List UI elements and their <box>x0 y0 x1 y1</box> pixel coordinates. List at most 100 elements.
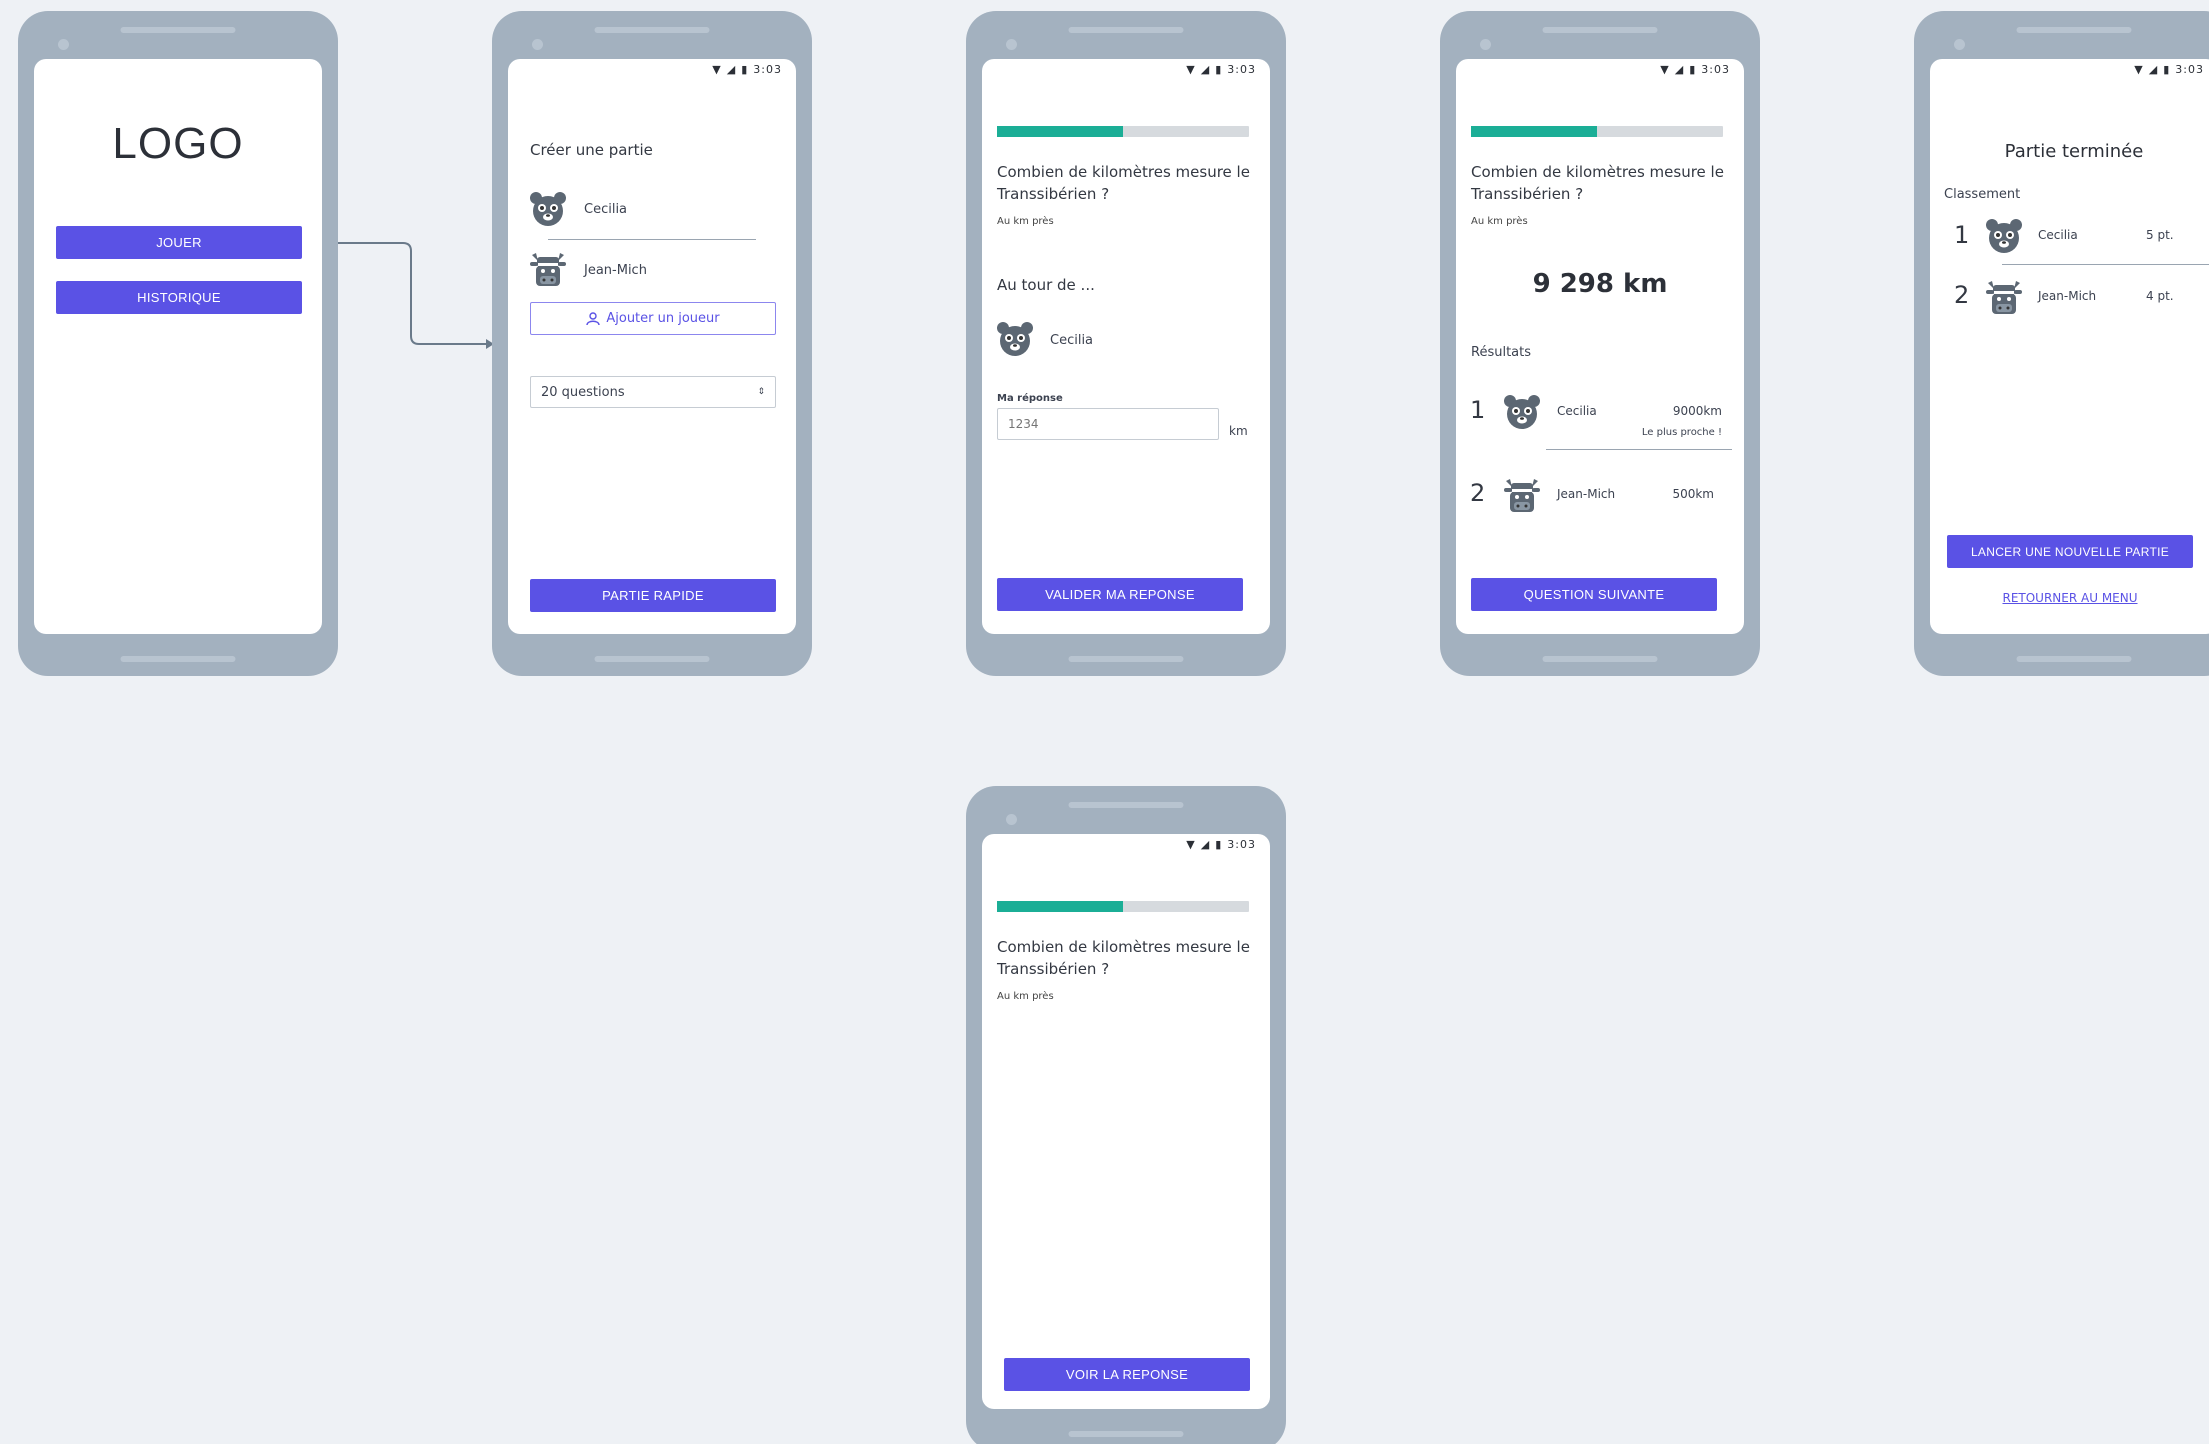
ranking-points: 4 pt. <box>2146 289 2174 303</box>
battery-icon: ▮ <box>741 63 749 76</box>
progress-fill <box>1471 126 1597 137</box>
page-title: Créer une partie <box>530 141 653 159</box>
status-bar: ▼ ◢ ▮ 3:03 <box>1186 63 1256 76</box>
answer-label: Ma réponse <box>997 393 1063 404</box>
ranking-name: Jean-Mich <box>2038 289 2097 303</box>
cow-avatar-icon <box>528 249 568 289</box>
status-time: 3:03 <box>753 63 782 76</box>
game-over-screen: ▼ ◢ ▮ 3:03 Partie terminée Classement 1 … <box>1930 59 2209 634</box>
phone-speaker <box>594 27 710 33</box>
results-label: Résultats <box>1471 345 1532 360</box>
phone-speaker <box>1068 27 1184 33</box>
unit-label: km <box>1229 424 1248 438</box>
player-name: Cecilia <box>584 202 628 217</box>
phone-bottom-bar <box>120 656 236 662</box>
wireframe-canvas: { "status": {"time": "3:03"}, "screen1":… <box>0 0 2209 1444</box>
phone-question: ▼ ◢ ▮ 3:03 Combien de kilomètres mesure … <box>966 786 1286 1444</box>
see-answer-button[interactable]: VOIR LA REPONSE <box>1004 1358 1250 1391</box>
status-bar: ▼ ◢ ▮ 3:03 <box>712 63 782 76</box>
closest-note: Le plus proche ! <box>1641 427 1722 438</box>
ranking-points: 5 pt. <box>2146 228 2174 242</box>
status-time: 3:03 <box>2175 63 2204 76</box>
progress-bar <box>997 901 1249 912</box>
cow-avatar-icon <box>1984 277 2024 317</box>
validate-button[interactable]: VALIDER MA REPONSE <box>997 578 1243 611</box>
ranking-label: Classement <box>1944 187 2021 202</box>
phone-speaker <box>1542 27 1658 33</box>
question-text: Combien de kilomètres mesure le Transsib… <box>1471 163 1724 203</box>
add-player-button[interactable]: Ajouter un joueur <box>530 302 776 335</box>
progress-fill <box>997 901 1123 912</box>
create-game-screen: ▼ ◢ ▮ 3:03 Créer une partie Cecilia Jean… <box>508 59 796 634</box>
phone-game-over: ▼ ◢ ▮ 3:03 Partie terminée Classement 1 … <box>1914 11 2209 676</box>
correct-answer: 9 298 km <box>1532 269 1668 299</box>
status-bar: ▼ ◢ ▮ 3:03 <box>1660 63 1730 76</box>
ranking-name: Cecilia <box>2038 228 2078 242</box>
phone-camera <box>1480 39 1491 50</box>
results-screen: ▼ ◢ ▮ 3:03 Combien de kilomètres mesure … <box>1456 59 1744 634</box>
phone-camera <box>532 39 543 50</box>
status-time: 3:03 <box>1227 838 1256 851</box>
phone-speaker <box>1068 802 1184 808</box>
phone-bottom-bar <box>594 656 710 662</box>
bear-avatar-icon <box>1984 216 2024 256</box>
questions-select[interactable]: 20 questions ⇕ <box>530 376 776 408</box>
status-time: 3:03 <box>1227 63 1256 76</box>
turn-label: Au tour de ... <box>997 276 1095 294</box>
answer-input[interactable] <box>997 408 1219 440</box>
select-arrows-icon: ⇕ <box>757 387 765 397</box>
play-button[interactable]: JOUER <box>56 226 302 259</box>
question-text: Combien de kilomètres mesure le Transsib… <box>997 163 1250 203</box>
wifi-icon: ▼ <box>1186 63 1196 76</box>
phone-bottom-bar <box>1068 656 1184 662</box>
ranking-rank: 1 <box>1954 221 1970 249</box>
phone-speaker <box>120 27 236 33</box>
phone-bottom-bar <box>2016 656 2132 662</box>
next-question-button[interactable]: QUESTION SUIVANTE <box>1471 578 1717 611</box>
phone-answer: ▼ ◢ ▮ 3:03 Combien de kilomètres mesure … <box>966 11 1286 676</box>
status-bar: ▼ ◢ ▮ 3:03 <box>1186 838 1256 851</box>
ranking-divider <box>2002 264 2209 265</box>
result-name: Cecilia <box>1557 404 1597 418</box>
result-rank: 1 <box>1470 396 1486 424</box>
page-title: Partie terminée <box>2004 141 2144 162</box>
phone-camera <box>1006 814 1017 825</box>
phone-results: ▼ ◢ ▮ 3:03 Combien de kilomètres mesure … <box>1440 11 1760 676</box>
result-value: 9000km <box>1672 404 1722 418</box>
signal-icon: ◢ <box>1674 63 1685 76</box>
quick-game-button[interactable]: PARTIE RAPIDE <box>530 579 776 612</box>
phone-home: LOGO JOUER HISTORIQUE <box>18 11 338 676</box>
answer-screen: ▼ ◢ ▮ 3:03 Combien de kilomètres mesure … <box>982 59 1270 634</box>
bear-avatar-icon <box>528 189 568 229</box>
phone-bottom-bar <box>1542 656 1658 662</box>
current-player: Cecilia <box>1050 333 1094 348</box>
player-divider <box>548 239 756 240</box>
signal-icon: ◢ <box>1200 63 1211 76</box>
signal-icon: ◢ <box>2148 63 2159 76</box>
signal-icon: ◢ <box>1200 838 1211 851</box>
wifi-icon: ▼ <box>1660 63 1670 76</box>
status-bar: ▼ ◢ ▮ 3:03 <box>2134 63 2204 76</box>
question-screen: ▼ ◢ ▮ 3:03 Combien de kilomètres mesure … <box>982 834 1270 1409</box>
question-hint: Au km près <box>1471 216 1528 227</box>
phone-speaker <box>2016 27 2132 33</box>
wifi-icon: ▼ <box>1186 838 1196 851</box>
history-button[interactable]: HISTORIQUE <box>56 281 302 314</box>
status-time: 3:03 <box>1701 63 1730 76</box>
signal-icon: ◢ <box>726 63 737 76</box>
phone-bottom-bar <box>1068 1431 1184 1437</box>
battery-icon: ▮ <box>1689 63 1697 76</box>
result-divider <box>1546 449 1732 450</box>
result-value: 500km <box>1672 487 1714 501</box>
new-game-button[interactable]: LANCER UNE NOUVELLE PARTIE <box>1947 535 2193 568</box>
result-name: Jean-Mich <box>1557 487 1616 501</box>
player-name: Jean-Mich <box>584 263 647 278</box>
add-player-label: Ajouter un joueur <box>606 311 720 326</box>
add-user-icon <box>586 312 600 326</box>
bear-avatar-icon <box>1502 392 1542 432</box>
ranking-rank: 2 <box>1954 281 1970 309</box>
battery-icon: ▮ <box>1215 838 1223 851</box>
wifi-icon: ▼ <box>2134 63 2144 76</box>
back-to-menu-link[interactable]: RETOURNER AU MENU <box>1930 591 2209 605</box>
question-hint: Au km près <box>997 216 1054 227</box>
